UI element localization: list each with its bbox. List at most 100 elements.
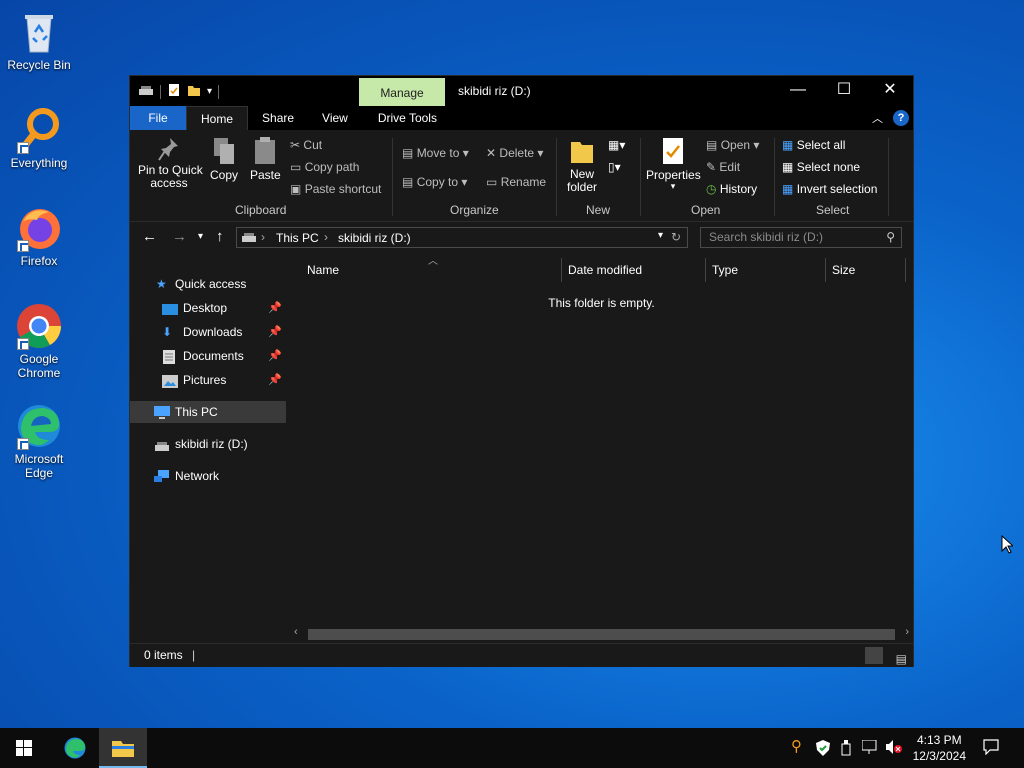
network-icon <box>154 469 170 483</box>
maximize-button[interactable]: ☐ <box>821 76 867 106</box>
file-list[interactable]: Name ︿ Date modified Type Size This fold… <box>290 256 913 642</box>
copy-path-button[interactable]: ▭ Copy path <box>290 160 359 174</box>
desktop-icon-microsoft-edge[interactable]: Microsoft Edge <box>4 402 74 480</box>
scroll-right-icon[interactable]: › <box>905 626 909 638</box>
large-icons-view-button[interactable]: ▤ <box>896 648 907 670</box>
search-input[interactable]: Search skibidi riz (D:) ⚲ <box>700 227 902 248</box>
refresh-icon[interactable]: ↻ <box>671 230 681 244</box>
tab-drive-tools[interactable]: Drive Tools <box>362 106 451 130</box>
move-to-icon: ▤ <box>402 146 414 160</box>
customize-qat-icon[interactable]: ▾ <box>207 86 212 97</box>
back-arrow-icon[interactable]: ← <box>142 228 157 245</box>
select-all-button[interactable]: ▦ Select all <box>782 138 845 152</box>
select-none-button[interactable]: ▦ Select none <box>782 160 860 174</box>
start-button[interactable] <box>0 728 48 768</box>
history-button[interactable]: ◷ History <box>706 182 757 196</box>
new-folder-icon[interactable] <box>187 83 201 100</box>
mouse-cursor-icon <box>1001 534 1015 557</box>
copy-to-button[interactable]: ▤ Copy to ▾ <box>402 175 467 189</box>
help-icon[interactable]: ? <box>893 110 909 126</box>
minimize-button[interactable]: — <box>775 76 821 106</box>
open-icon: ▤ <box>706 138 718 152</box>
properties-button[interactable]: Properties ▾ <box>646 136 701 191</box>
scissors-icon: ✂ <box>290 138 301 152</box>
rename-icon: ▭ <box>486 175 498 189</box>
address-dropdown-chevron-icon[interactable]: ▾ <box>658 230 663 241</box>
properties-icon[interactable] <box>167 83 181 100</box>
paste-button[interactable]: Paste <box>250 136 281 182</box>
nav-item-desktop[interactable]: Desktop 📌 <box>130 297 286 319</box>
tab-file[interactable]: File <box>130 106 186 130</box>
tab-share[interactable]: Share <box>248 106 308 130</box>
tab-manage[interactable]: Manage <box>359 78 445 106</box>
nav-item-downloads[interactable]: ⬇ Downloads 📌 <box>130 321 286 343</box>
nav-item-drive[interactable]: skibidi riz (D:) <box>130 433 286 455</box>
network-tray-icon[interactable] <box>861 739 878 757</box>
open-button[interactable]: ▤ Open ▾ <box>706 138 759 152</box>
pin-icon: 📌 <box>268 326 282 338</box>
security-shield-icon[interactable] <box>816 740 830 759</box>
nav-item-this-pc[interactable]: This PC <box>130 401 286 423</box>
clock-date: 12/3/2024 <box>912 749 966 763</box>
up-arrow-icon[interactable]: ↑ <box>216 228 224 245</box>
new-item-button[interactable]: ▦▾ <box>608 138 625 152</box>
breadcrumb-drive[interactable]: skibidi riz (D:) <box>338 231 411 245</box>
ribbon-tabs: File Home Share View Drive Tools ︿ ? <box>130 106 913 130</box>
edit-button[interactable]: ✎ Edit <box>706 160 740 174</box>
tab-home[interactable]: Home <box>186 106 249 130</box>
download-arrow-icon: ⬇ <box>162 325 173 339</box>
details-view-button[interactable] <box>865 647 883 664</box>
column-header-size[interactable]: Size <box>832 256 855 284</box>
invert-selection-button[interactable]: ▦ Invert selection <box>782 182 877 196</box>
close-button[interactable]: ✕ <box>867 76 913 106</box>
desktop-icon-label: Microsoft Edge <box>14 452 64 480</box>
pin-to-quick-access-button[interactable]: Pin to Quick access <box>138 136 203 190</box>
empty-folder-message: This folder is empty. <box>548 296 655 310</box>
new-folder-button[interactable]: New folder <box>566 136 598 194</box>
scrollbar-thumb[interactable] <box>308 629 895 640</box>
desktop-icon-firefox[interactable]: Firefox <box>4 204 74 268</box>
scroll-left-icon[interactable]: ‹ <box>294 626 298 638</box>
taskbar-edge-button[interactable] <box>51 728 99 768</box>
nav-item-documents[interactable]: Documents 📌 <box>130 345 286 367</box>
action-center-icon[interactable] <box>983 739 999 758</box>
column-header-type[interactable]: Type <box>712 256 738 284</box>
column-header-date-modified[interactable]: Date modified <box>568 256 642 284</box>
breadcrumb-this-pc[interactable]: This PC <box>276 231 319 245</box>
search-icon: ⚲ <box>886 230 895 244</box>
desktop-icon-recycle-bin[interactable]: Recycle Bin <box>4 8 74 72</box>
desktop-icon-google-chrome[interactable]: Google Chrome <box>4 302 74 380</box>
history-icon: ◷ <box>706 182 717 196</box>
everything-tray-icon[interactable]: ⚲ <box>791 737 802 755</box>
volume-muted-icon[interactable] <box>886 740 902 757</box>
tab-view[interactable]: View <box>308 106 362 130</box>
rename-button[interactable]: ▭ Rename <box>486 175 546 189</box>
delete-button[interactable]: ✕ Delete ▾ <box>486 146 543 160</box>
column-header-name[interactable]: Name <box>307 256 339 284</box>
forward-arrow-icon[interactable]: → <box>172 228 187 245</box>
nav-item-network[interactable]: Network <box>130 465 286 487</box>
recent-locations-chevron-icon[interactable]: ▾ <box>198 231 203 242</box>
cut-button[interactable]: ✂ Cut <box>290 138 322 152</box>
taskbar-file-explorer-button[interactable] <box>99 728 147 768</box>
usb-device-icon[interactable] <box>841 740 851 759</box>
pin-icon: 📌 <box>268 374 282 386</box>
collapse-ribbon-icon[interactable]: ︿ <box>872 110 883 126</box>
star-icon: ★ <box>156 277 167 291</box>
easy-access-button[interactable]: ▯▾ <box>608 160 621 174</box>
paste-shortcut-button[interactable]: ▣ Paste shortcut <box>290 182 381 196</box>
address-bar[interactable]: › This PC › skibidi riz (D:) ▾ ↻ <box>236 227 688 248</box>
invert-selection-icon: ▦ <box>782 182 794 196</box>
copy-path-icon: ▭ <box>290 160 302 174</box>
drive-icon <box>138 84 154 99</box>
desktop-folder-icon <box>162 301 178 315</box>
system-clock[interactable]: 4:13 PM 12/3/2024 <box>913 732 966 764</box>
group-label-select: Select <box>816 203 850 217</box>
nav-item-pictures[interactable]: Pictures 📌 <box>130 369 286 391</box>
horizontal-scrollbar[interactable]: ‹ › <box>290 626 913 642</box>
desktop-icon-everything[interactable]: Everything <box>4 106 74 170</box>
move-to-button[interactable]: ▤ Move to ▾ <box>402 146 469 160</box>
title-bar[interactable]: ▾ Manage skibidi riz (D:) — ☐ ✕ <box>130 76 913 106</box>
copy-button[interactable]: Copy <box>210 136 238 182</box>
nav-item-quick-access[interactable]: ★ Quick access <box>130 273 286 295</box>
